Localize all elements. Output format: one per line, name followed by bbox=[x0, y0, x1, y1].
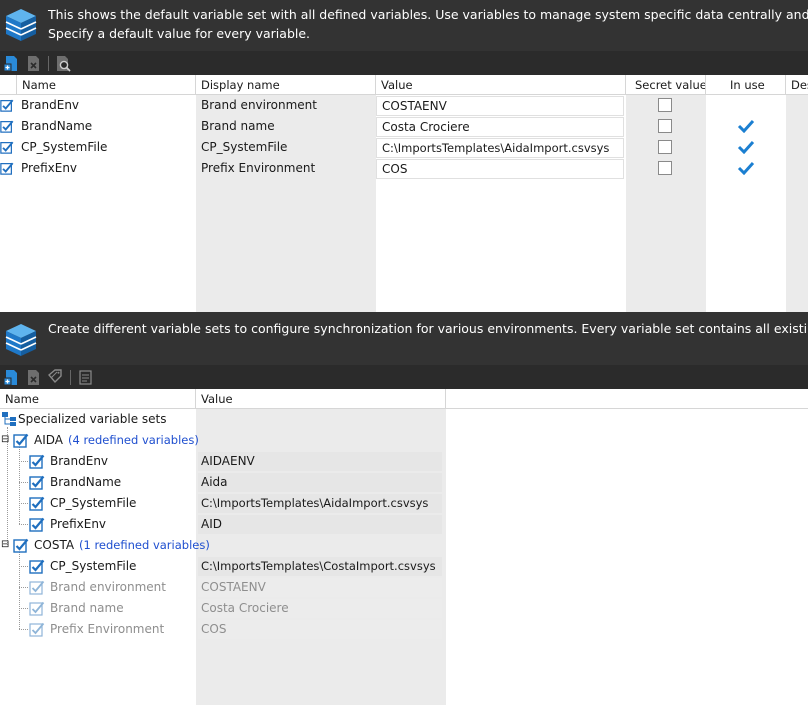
tree-variable-name[interactable]: CP_SystemFile bbox=[50, 493, 136, 513]
tree-variable-name[interactable]: Brand name bbox=[50, 598, 124, 618]
inherited-variable-icon bbox=[29, 579, 45, 595]
banner-text-line2: Specify a default value for every variab… bbox=[48, 26, 311, 41]
variable-sets-toolbar bbox=[0, 365, 808, 389]
edit-list-icon[interactable] bbox=[78, 369, 93, 386]
variable-set-check-icon[interactable] bbox=[13, 432, 29, 448]
secret-value-checkbox[interactable] bbox=[658, 98, 672, 112]
redefined-variable-icon bbox=[29, 495, 45, 511]
variable-checkbox-icon[interactable] bbox=[0, 161, 14, 175]
tree-variable-name[interactable]: Brand environment bbox=[50, 577, 166, 597]
description-column-bg bbox=[786, 95, 808, 312]
variable-checkbox-icon[interactable] bbox=[0, 140, 14, 154]
redefined-variable-icon bbox=[29, 474, 45, 490]
collapse-toggle-icon[interactable]: ⊟ bbox=[1, 535, 9, 555]
secret-value-checkbox[interactable] bbox=[658, 119, 672, 133]
variable-value[interactable]: C:\ImportsTemplates\AidaImport.csvsys bbox=[376, 138, 624, 158]
variable-value[interactable]: COSTAENV bbox=[376, 96, 624, 116]
variable-display-name[interactable]: Brand environment bbox=[196, 95, 376, 115]
header-name[interactable]: Name bbox=[17, 75, 196, 95]
variable-display-name[interactable]: Brand name bbox=[196, 116, 376, 136]
in-use-check-icon bbox=[737, 119, 755, 133]
tree-root-icon bbox=[1, 411, 17, 427]
tree-variable-name[interactable]: BrandName bbox=[50, 472, 121, 492]
tree-line bbox=[19, 503, 28, 504]
tree-line bbox=[19, 447, 20, 524]
tree-variable-value[interactable]: Aida bbox=[198, 473, 442, 492]
variables-grid: Name Display name Value Secret value In … bbox=[0, 75, 808, 312]
tree-line bbox=[19, 461, 28, 462]
delete-variable-icon[interactable] bbox=[26, 55, 41, 72]
tree-line bbox=[19, 629, 28, 630]
tree-variable-value[interactable]: COSTAENV bbox=[198, 578, 442, 597]
tree-variable-value[interactable]: COS bbox=[198, 620, 442, 639]
inherited-variable-icon bbox=[29, 621, 45, 637]
header-value[interactable]: Value bbox=[196, 389, 446, 409]
in-use-check-icon bbox=[737, 161, 755, 175]
variable-checkbox-icon[interactable] bbox=[0, 119, 14, 133]
header-value[interactable]: Value bbox=[376, 75, 626, 95]
variable-name[interactable]: CP_SystemFile bbox=[16, 137, 196, 157]
tree-line bbox=[19, 608, 28, 609]
tree-variable-name[interactable]: PrefixEnv bbox=[50, 514, 106, 534]
secret-value-checkbox[interactable] bbox=[658, 140, 672, 154]
tree-variable-name[interactable]: CP_SystemFile bbox=[50, 556, 136, 576]
banner-text-line1: This shows the default variable set with… bbox=[48, 7, 808, 22]
set-name-costa[interactable]: COSTA bbox=[34, 535, 74, 555]
set-name-aida[interactable]: AIDA bbox=[34, 430, 63, 450]
set-summary-costa: (1 redefined variables) bbox=[79, 538, 210, 552]
tree-line bbox=[19, 552, 20, 629]
tree-root-label[interactable]: Specialized variable sets bbox=[18, 409, 167, 429]
variable-checkbox-icon[interactable] bbox=[0, 98, 14, 112]
tree-variable-value[interactable]: AID bbox=[198, 515, 442, 534]
toolbar-separator bbox=[48, 55, 49, 71]
find-usages-icon[interactable] bbox=[56, 55, 71, 72]
tree-variable-name[interactable]: Prefix Environment bbox=[50, 619, 164, 639]
secret-value-checkbox[interactable] bbox=[658, 161, 672, 175]
tree-variable-value[interactable]: C:\ImportsTemplates\CostaImport.csvsys bbox=[198, 557, 442, 576]
variable-display-name[interactable]: Prefix Environment bbox=[196, 158, 376, 178]
header-display-name[interactable]: Display name bbox=[196, 75, 376, 95]
header-name[interactable]: Name bbox=[0, 389, 196, 409]
variable-sets-banner: Create different variable sets to config… bbox=[0, 312, 808, 365]
tree-variable-value[interactable]: AIDAENV bbox=[198, 452, 442, 471]
delete-set-icon[interactable] bbox=[26, 369, 41, 386]
tree-line bbox=[19, 566, 28, 567]
header-row-selector bbox=[0, 75, 17, 95]
add-set-icon[interactable] bbox=[4, 369, 19, 386]
collapse-toggle-icon[interactable]: ⊟ bbox=[1, 430, 9, 450]
tree-variable-name[interactable]: BrandEnv bbox=[50, 451, 108, 471]
set-summary-aida: (4 redefined variables) bbox=[68, 433, 199, 447]
redefined-variable-icon bbox=[29, 516, 45, 532]
tree-variable-value[interactable]: C:\ImportsTemplates\AidaImport.csvsys bbox=[198, 494, 442, 513]
toolbar-separator bbox=[70, 369, 71, 385]
variable-name[interactable]: BrandEnv bbox=[16, 95, 196, 115]
banner-text-line1: Create different variable sets to config… bbox=[48, 321, 808, 336]
redefined-variable-icon bbox=[29, 558, 45, 574]
header-in-use[interactable]: In use bbox=[706, 75, 786, 95]
variable-value[interactable]: COS bbox=[376, 159, 624, 179]
variables-toolbar bbox=[0, 51, 808, 75]
variable-set-cube-icon bbox=[4, 7, 38, 43]
variable-value[interactable]: Costa Crociere bbox=[376, 117, 624, 137]
header-secret-value[interactable]: Secret value bbox=[626, 75, 706, 95]
variable-display-name[interactable]: CP_SystemFile bbox=[196, 137, 376, 157]
variable-name[interactable]: BrandName bbox=[16, 116, 196, 136]
variable-set-check-icon[interactable] bbox=[13, 537, 29, 553]
header-empty bbox=[446, 389, 808, 409]
tag-icon[interactable] bbox=[48, 369, 63, 386]
redefined-variable-icon bbox=[29, 453, 45, 469]
variable-sets-tree: Name Value Specialized variable sets ⊟ A… bbox=[0, 389, 808, 705]
inherited-variable-icon bbox=[29, 600, 45, 616]
default-set-banner: This shows the default variable set with… bbox=[0, 0, 808, 51]
variable-name[interactable]: PrefixEnv bbox=[16, 158, 196, 178]
tree-line bbox=[19, 482, 28, 483]
header-description[interactable]: Des bbox=[786, 75, 808, 95]
variable-set-cube-icon bbox=[4, 322, 38, 358]
in-use-check-icon bbox=[737, 140, 755, 154]
tree-line bbox=[19, 524, 28, 525]
tree-variable-value[interactable]: Costa Crociere bbox=[198, 599, 442, 618]
add-variable-icon[interactable] bbox=[4, 55, 19, 72]
tree-line bbox=[19, 587, 28, 588]
